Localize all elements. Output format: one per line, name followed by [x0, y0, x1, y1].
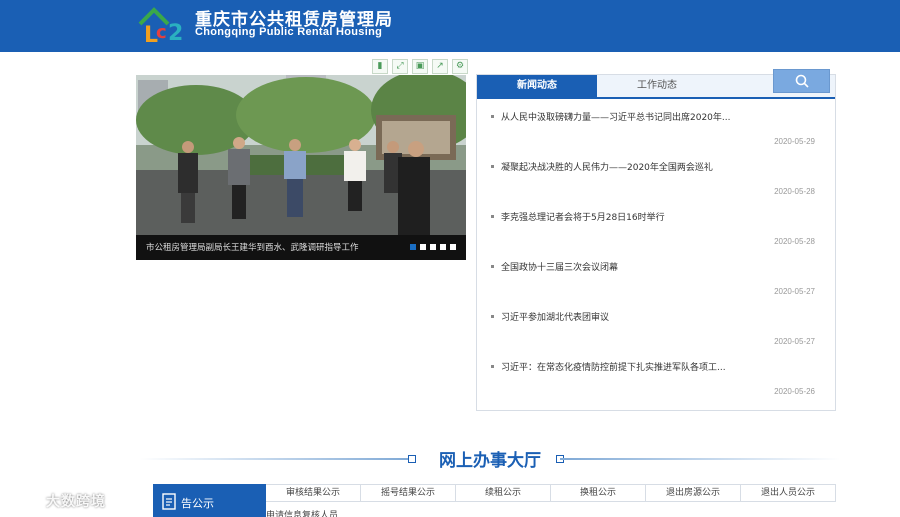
news-date: 2020-05-27 [774, 337, 815, 346]
news-panel: 新闻动态 工作动态 从人民中汲取磅礴力量——习近平总书记同出席2020年... … [476, 74, 836, 411]
carousel-dot[interactable] [410, 244, 416, 250]
watermark: 大数跨境 [8, 488, 123, 512]
list-item[interactable]: 凝聚起决战决胜的人民伟力——2020年全国两会巡礼 2020-05-28 [477, 151, 835, 201]
tab-lottery-results[interactable]: 摇号结果公示 [360, 485, 455, 501]
carousel-dots [410, 244, 456, 250]
share-icon[interactable]: ↗ [432, 59, 448, 74]
bullet-icon [491, 165, 494, 168]
save-icon[interactable]: ▣ [412, 59, 428, 74]
notice-label: 告公示 [181, 497, 214, 510]
news-title[interactable]: 全国政协十三届三次会议闭幕 [501, 260, 618, 273]
news-title[interactable]: 李克强总理记者会将于5月28日16时举行 [501, 210, 665, 223]
carousel-dot[interactable] [430, 244, 436, 250]
news-date: 2020-05-26 [774, 387, 815, 396]
list-item[interactable]: 全国政协十三届三次会议闭幕 2020-05-27 [477, 251, 835, 301]
tab-exit-housing[interactable]: 退出房源公示 [645, 485, 740, 501]
tab-exit-persons[interactable]: 退出人员公示 [740, 485, 835, 501]
site-subtitle: Chongqing Public Rental Housing [195, 26, 383, 38]
news-carousel[interactable]: 市公租房管理局副局长王建华到酉水、武隆调研指导工作 [136, 75, 466, 260]
carousel-toolbar: ▮ ⤢ ▣ ↗ ⚙ [372, 59, 468, 74]
list-item[interactable]: 习近平参加湖北代表团审议 2020-05-27 [477, 301, 835, 351]
news-title[interactable]: 习近平参加湖北代表团审议 [501, 310, 609, 323]
news-date: 2020-05-27 [774, 287, 815, 296]
tab-review-results[interactable]: 审核结果公示 [266, 485, 360, 501]
service-hall-header: 网上办事大厅 [140, 446, 840, 472]
tab-news[interactable]: 新闻动态 [477, 75, 597, 97]
news-title[interactable]: 习近平：在常态化疫情防控前提下扎实推进军队各项工... [501, 360, 726, 373]
fullscreen-icon[interactable]: ⤢ [392, 59, 408, 74]
carousel-photo[interactable] [136, 75, 466, 235]
carousel-dot[interactable] [440, 244, 446, 250]
section-title: 网上办事大厅 [439, 451, 541, 471]
news-date: 2020-05-29 [774, 137, 815, 146]
notice-panel[interactable]: 告公示 [153, 484, 266, 517]
tab-lease-exchange[interactable]: 换租公示 [550, 485, 645, 501]
site-logo-icon[interactable]: L c 2 [136, 4, 188, 46]
list-item[interactable]: 从人民中汲取磅礴力量——习近平总书记同出席2020年... 2020-05-29 [477, 101, 835, 151]
notice-tabs: 审核结果公示 摇号结果公示 续租公示 换租公示 退出房源公示 退出人员公示 [266, 484, 836, 502]
carousel-caption[interactable]: 市公租房管理局副局长王建华到酉水、武隆调研指导工作 [146, 241, 359, 253]
watermark-logo-icon [9, 491, 41, 507]
divider-node [408, 455, 416, 463]
news-title[interactable]: 凝聚起决战决胜的人民伟力——2020年全国两会巡礼 [501, 160, 713, 173]
notice-document-icon [162, 493, 176, 510]
tab-work-news[interactable]: 工作动态 [597, 75, 717, 97]
search-button[interactable] [773, 69, 830, 93]
bullet-icon [491, 265, 494, 268]
news-date: 2020-05-28 [774, 237, 815, 246]
bullet-icon [491, 215, 494, 218]
divider [560, 458, 840, 460]
bullet-icon [491, 315, 494, 318]
divider [140, 458, 410, 460]
carousel-caption-bar: 市公租房管理局副局长王建华到酉水、武隆调研指导工作 [136, 235, 466, 260]
svg-text:c: c [156, 22, 167, 43]
list-item[interactable]: 习近平：在常态化疫情防控前提下扎实推进军队各项工... 2020-05-26 [477, 351, 835, 401]
bullet-icon [491, 365, 494, 368]
svg-text:2: 2 [168, 21, 183, 46]
carousel-dot[interactable] [450, 244, 456, 250]
news-date: 2020-05-28 [774, 187, 815, 196]
search-icon [795, 74, 809, 88]
bookmark-icon[interactable]: ▮ [372, 59, 388, 74]
bullet-icon [491, 115, 494, 118]
news-title[interactable]: 从人民中汲取磅礴力量——习近平总书记同出席2020年... [501, 110, 731, 123]
site-header: L c 2 重庆市公共租赁房管理局 Chongqing Public Renta… [0, 0, 900, 52]
settings-gear-icon[interactable]: ⚙ [452, 59, 468, 74]
list-item[interactable]: 李克强总理记者会将于5月28日16时举行 2020-05-28 [477, 201, 835, 251]
notice-row-text[interactable]: 申请信息复核人员 [266, 508, 338, 517]
tab-lease-renewal[interactable]: 续租公示 [455, 485, 550, 501]
watermark-text: 大数跨境 [46, 494, 106, 510]
carousel-dot[interactable] [420, 244, 426, 250]
